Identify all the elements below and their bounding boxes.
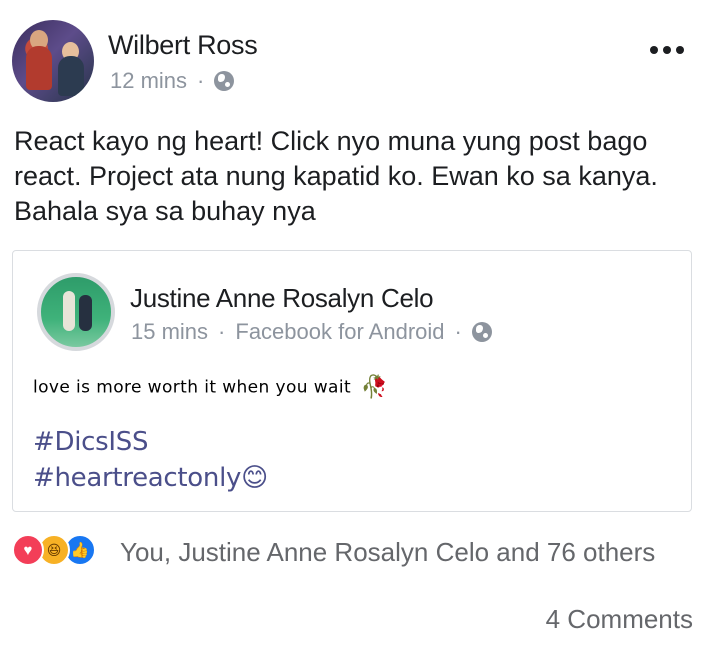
shared-timestamp[interactable]: 15 mins xyxy=(131,319,208,345)
meta-separator: · xyxy=(218,319,226,344)
hashtag-link[interactable]: #DicsISS xyxy=(33,427,148,457)
avatar-figure xyxy=(63,291,75,331)
shared-author-avatar[interactable] xyxy=(37,273,115,351)
dot xyxy=(663,46,671,54)
dot xyxy=(676,46,684,54)
hashtag-link[interactable]: #heartreactonly xyxy=(33,463,241,493)
shared-post-text: love is more worth it when you wait 🥀 xyxy=(33,375,389,400)
post-author-name[interactable]: Wilbert Ross xyxy=(108,30,258,61)
post-text: React kayo ng heart! Click nyo muna yung… xyxy=(14,126,658,226)
dot xyxy=(650,46,658,54)
more-options-button[interactable] xyxy=(650,42,690,58)
reactions-summary[interactable]: You, Justine Anne Rosalyn Celo and 76 ot… xyxy=(12,534,702,570)
love-icon: ♥ xyxy=(12,534,44,566)
shared-source: Facebook for Android xyxy=(235,319,445,344)
shared-post-meta: 15 mins · Facebook for Android · xyxy=(131,319,492,345)
reaction-icons[interactable]: ♥ 😆 👍 xyxy=(12,534,96,566)
hashtag-line: #heartreactonly😊 xyxy=(33,463,268,493)
meta-separator: · xyxy=(454,319,462,344)
post-timestamp[interactable]: 12 mins xyxy=(110,68,187,94)
smiling-face-icon: 😊 xyxy=(241,463,268,493)
shared-author-name[interactable]: Justine Anne Rosalyn Celo xyxy=(130,283,434,314)
globe-icon xyxy=(214,71,235,91)
avatar-person-body xyxy=(58,56,84,96)
post-meta: 12 mins · xyxy=(110,68,235,94)
author-avatar[interactable] xyxy=(12,20,94,102)
shared-post-card[interactable]: Justine Anne Rosalyn Celo 15 mins · Face… xyxy=(12,250,692,512)
comments-count[interactable]: 4 Comments xyxy=(546,604,693,635)
wilted-rose-icon: 🥀 xyxy=(360,375,389,400)
shared-post-text-content: love is more worth it when you wait xyxy=(33,377,352,398)
avatar-person-body xyxy=(26,46,52,90)
globe-icon xyxy=(471,322,492,342)
meta-separator: · xyxy=(197,68,205,93)
avatar-figure xyxy=(79,295,92,331)
